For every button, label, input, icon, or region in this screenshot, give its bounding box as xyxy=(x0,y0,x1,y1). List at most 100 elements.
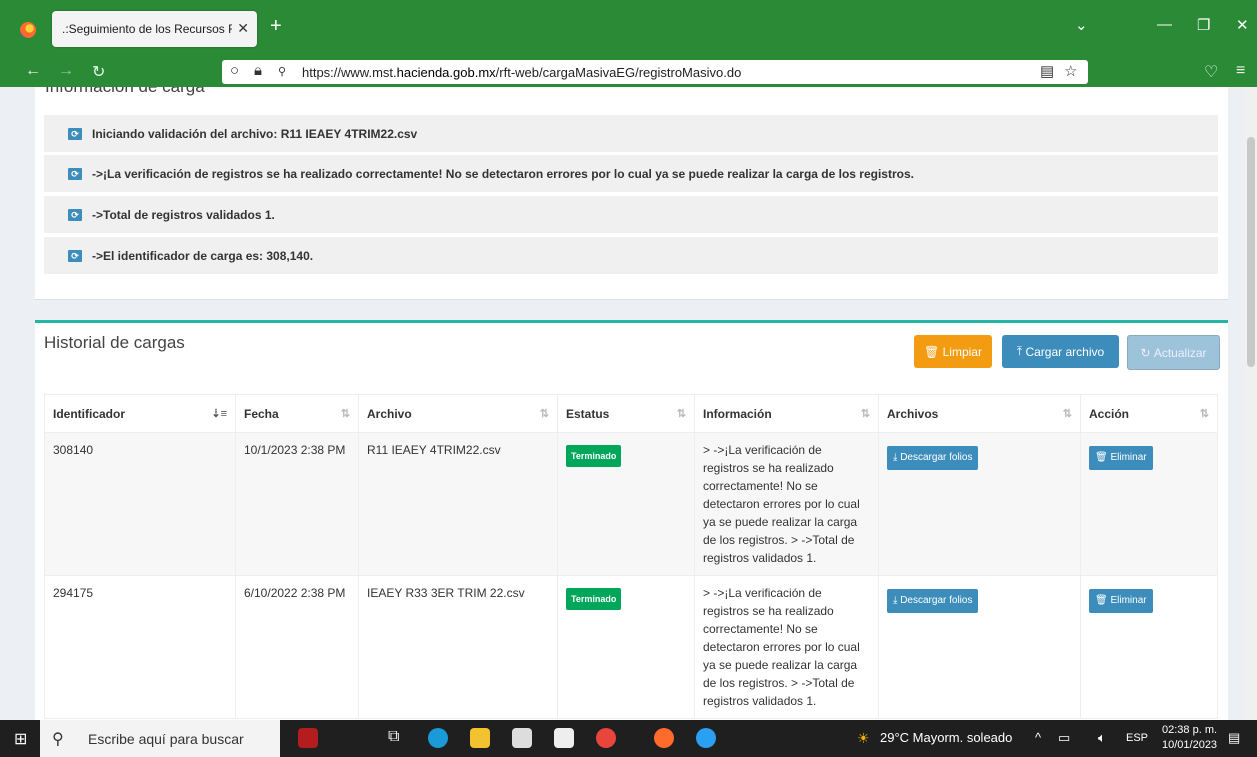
minimize-button[interactable]: — xyxy=(1157,16,1172,33)
bookmark-star-icon[interactable]: ☆ xyxy=(1064,62,1077,80)
restore-button[interactable]: ❐ xyxy=(1197,16,1210,34)
new-tab-button[interactable]: + xyxy=(270,15,282,38)
notifications-icon[interactable]: ▤ xyxy=(1228,730,1240,746)
upload-icon: ⟳ xyxy=(68,249,82,262)
cell-file: R11 IEAEY 4TRIM22.csv xyxy=(358,432,558,576)
col-header-status[interactable]: Estatus ⇅ xyxy=(557,394,695,433)
cell-date: 6/10/2022 2:38 PM xyxy=(235,575,359,719)
delete-button[interactable]: 🗑︎ Eliminar xyxy=(1089,446,1153,470)
menu-icon[interactable]: ≡ xyxy=(1236,62,1245,80)
browser-tab-bar: .:Seguimiento de los Recursos Feder ✕ + … xyxy=(0,0,1257,57)
reader-view-icon[interactable]: ▤ xyxy=(1040,62,1054,80)
weather-icon: ☀ xyxy=(857,730,870,746)
col-header-info[interactable]: Información ⇅ xyxy=(694,394,879,433)
cell-date: 10/1/2023 2:38 PM xyxy=(235,432,359,576)
download-folios-button[interactable]: ⤓ Descargar folios xyxy=(887,446,979,470)
col-header-id[interactable]: Identificador ⇣≡ xyxy=(44,394,236,433)
mail-icon[interactable] xyxy=(554,728,574,748)
scrollbar-thumb[interactable] xyxy=(1247,137,1255,367)
windows-start-icon[interactable]: ⊞ xyxy=(14,729,27,749)
download-folios-button[interactable]: ⤓ Descargar folios xyxy=(887,589,979,613)
back-icon[interactable]: ← xyxy=(25,62,41,80)
close-tab-icon[interactable]: ✕ xyxy=(237,20,249,37)
info-message: ⟳ ->¡La verificación de registros se ha … xyxy=(44,155,1218,194)
status-badge: Terminado xyxy=(566,445,622,467)
status-badge: Terminado xyxy=(566,588,622,610)
history-title: Historial de cargas xyxy=(44,333,185,352)
browser-tab[interactable]: .:Seguimiento de los Recursos Feder ✕ xyxy=(52,11,257,47)
info-message: ⟳ ->El identificador de carga es: 308,14… xyxy=(44,237,1218,276)
table-row: 294175 6/10/2022 2:38 PM IEAEY R33 3ER T… xyxy=(44,575,1218,719)
info-box: Información de carga ⟳ Iniciando validac… xyxy=(35,87,1228,300)
cell-file: IEAEY R33 3ER TRIM 22.csv xyxy=(358,575,558,719)
cell-info: > ->¡La verificación de registros se ha … xyxy=(694,432,879,576)
edge-icon[interactable] xyxy=(428,728,448,748)
close-window-button[interactable]: ✕ xyxy=(1236,16,1249,34)
cell-id: 308140 xyxy=(44,432,236,576)
cell-action: 🗑︎ Eliminar xyxy=(1080,575,1218,719)
upload-icon: ⟳ xyxy=(68,208,82,221)
table-row: 308140 10/1/2023 2:38 PM R11 IEAEY 4TRIM… xyxy=(44,432,1218,576)
sort-icon: ⇅ xyxy=(860,408,870,420)
task-view-icon[interactable]: ⧉ xyxy=(388,728,399,746)
cell-files: ⤓ Descargar folios xyxy=(878,432,1081,576)
lock-icon[interactable]: 🔒︎ xyxy=(254,62,262,79)
cell-status: Terminado xyxy=(557,432,695,576)
firefox-taskbar-icon[interactable] xyxy=(654,728,674,748)
language-indicator[interactable]: ESP xyxy=(1126,732,1148,744)
sort-icon: ⇅ xyxy=(1199,408,1209,420)
url-text: https://www.mst.hacienda.gob.mx/rft-web/… xyxy=(302,64,742,80)
permissions-icon[interactable]: ⚲ xyxy=(278,65,286,78)
trash-icon: 🗑︎ xyxy=(1095,452,1111,463)
search-icon: ⚲ xyxy=(52,730,64,748)
sort-icon: ⇅ xyxy=(340,408,350,420)
history-table: Identificador ⇣≡ Fecha ⇅ Archivo ⇅ Estatus ⇅… xyxy=(44,394,1218,719)
weather-text[interactable]: 29°C Mayorm. soleado xyxy=(880,730,1012,745)
clear-button[interactable]: 🗑︎ Limpiar xyxy=(914,335,992,368)
volume-icon[interactable]: 🔈︎ xyxy=(1098,730,1106,746)
sort-icon: ⇅ xyxy=(539,408,549,420)
windows-taskbar: ⊞ ⚲ Escribe aquí para buscar ⧉ ☀ 29°C Ma… xyxy=(0,720,1257,757)
reload-icon[interactable]: ↻ xyxy=(92,62,105,82)
cell-id: 294175 xyxy=(44,575,236,719)
cell-action: 🗑︎ Eliminar xyxy=(1080,432,1218,576)
tab-title: .:Seguimiento de los Recursos Feder xyxy=(62,22,232,36)
pocket-icon[interactable]: ♡ xyxy=(1204,62,1218,82)
upload-icon: ⟳ xyxy=(68,127,82,140)
delete-button[interactable]: 🗑︎ Eliminar xyxy=(1089,589,1153,613)
sort-icon: ⇅ xyxy=(676,408,686,420)
trash-icon: 🗑︎ xyxy=(924,344,943,359)
sort-icon: ⇅ xyxy=(1062,408,1072,420)
tray-chevron-icon[interactable]: ^ xyxy=(1035,730,1041,745)
network-icon[interactable]: ▭ xyxy=(1058,730,1070,746)
info-message: ⟳ Iniciando validación del archivo: R11 … xyxy=(44,115,1218,154)
refresh-icon: ↻ xyxy=(1140,345,1154,360)
page-scrollbar[interactable] xyxy=(1245,87,1257,720)
clock[interactable]: 02:38 p. m. 10/01/2023 xyxy=(1162,723,1217,753)
col-header-date[interactable]: Fecha ⇅ xyxy=(235,394,359,433)
info-box-title: Información de carga xyxy=(45,87,205,97)
col-header-action[interactable]: Acción ⇅ xyxy=(1080,394,1218,433)
forward-icon[interactable]: → xyxy=(58,62,74,80)
col-header-file[interactable]: Archivo ⇅ xyxy=(358,394,558,433)
taskbar-search-box[interactable]: ⚲ Escribe aquí para buscar xyxy=(40,720,280,757)
col-header-files[interactable]: Archivos ⇅ xyxy=(878,394,1081,433)
shield-icon[interactable]: ○ xyxy=(230,62,239,79)
upload-file-button[interactable]: ⤒ Cargar archivo xyxy=(1002,335,1119,368)
file-explorer-icon[interactable] xyxy=(470,728,490,748)
page-content: Información de carga ⟳ Iniciando validac… xyxy=(0,87,1245,720)
cell-status: Terminado xyxy=(557,575,695,719)
store-icon[interactable] xyxy=(512,728,532,748)
url-bar[interactable]: ○ 🔒︎ ⚲ https://www.mst.hacienda.gob.mx/r… xyxy=(222,60,1088,84)
train-icon[interactable] xyxy=(298,728,318,748)
refresh-button[interactable]: ↻ Actualizar xyxy=(1127,335,1220,370)
firefox-icon[interactable] xyxy=(20,22,36,38)
chrome-icon[interactable] xyxy=(596,728,616,748)
info-message: ⟳ ->Total de registros validados 1. xyxy=(44,196,1218,235)
upload-icon: ⟳ xyxy=(68,167,82,180)
tab-list-icon[interactable]: ⌄ xyxy=(1075,16,1088,34)
sort-desc-icon: ⇣≡ xyxy=(211,408,227,420)
cell-files: ⤓ Descargar folios xyxy=(878,575,1081,719)
cell-info: > ->¡La verificación de registros se ha … xyxy=(694,575,879,719)
app-icon[interactable] xyxy=(696,728,716,748)
